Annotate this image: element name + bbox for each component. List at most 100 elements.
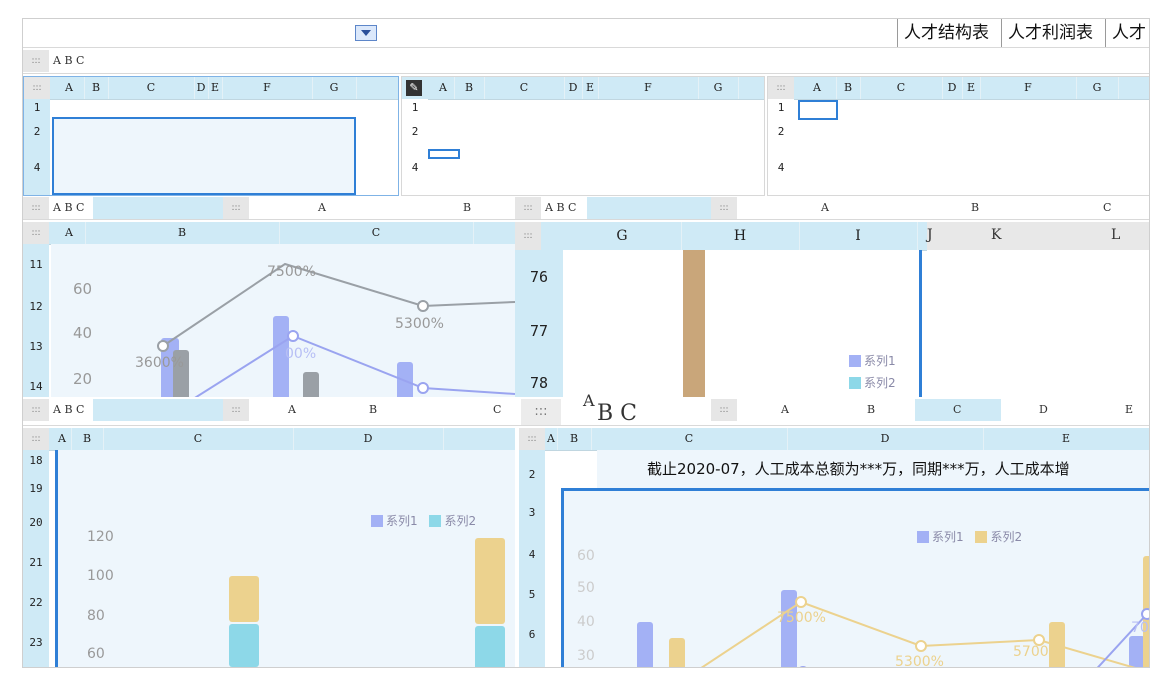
row-76[interactable]: 76 xyxy=(515,268,563,286)
col-c[interactable]: C xyxy=(484,77,565,99)
drag-handle[interactable]: ::: xyxy=(515,197,541,219)
col-a[interactable]: A xyxy=(781,403,789,416)
active-cell[interactable] xyxy=(798,100,838,120)
bar-series-cyan xyxy=(229,624,259,667)
header-strip: ::: A B C xyxy=(23,49,1149,74)
col-g[interactable]: G xyxy=(1076,77,1119,99)
drag-handle[interactable]: ::: xyxy=(23,197,49,219)
col-d[interactable]: D xyxy=(564,77,583,99)
drag-handle[interactable]: ::: xyxy=(515,222,541,250)
row-2[interactable]: 2 xyxy=(402,125,428,138)
column-shade xyxy=(587,197,711,219)
dropdown-button[interactable] xyxy=(355,25,377,41)
bar-series-2 xyxy=(229,576,259,622)
col-b[interactable]: B xyxy=(369,403,377,416)
col-g[interactable]: G xyxy=(312,77,357,99)
y-tick-label: 50 xyxy=(577,580,595,596)
col-g[interactable]: G xyxy=(563,222,682,250)
col-f[interactable]: F xyxy=(222,77,313,99)
col-j[interactable]: J xyxy=(927,227,933,243)
legend-swatch-icon xyxy=(429,515,442,527)
legend-label-s2: 系列2 xyxy=(990,530,1023,544)
y-tick-label: 40 xyxy=(577,614,595,630)
row-77[interactable]: 77 xyxy=(515,322,563,340)
col-f[interactable]: F xyxy=(598,77,699,99)
row-4[interactable]: 4 xyxy=(402,161,428,174)
row-1[interactable]: 1 xyxy=(768,101,794,114)
chevron-down-icon xyxy=(361,30,371,36)
active-cell[interactable] xyxy=(428,149,460,159)
col-a[interactable]: A xyxy=(54,77,85,99)
col-k[interactable]: K xyxy=(991,227,1001,243)
tab-talent-more[interactable]: 人才 xyxy=(1105,19,1149,47)
row-1[interactable]: 1 xyxy=(402,101,428,114)
col-c[interactable]: C xyxy=(108,77,195,99)
chart-1: 60 40 20 7500% 5300% 3600% 00% 00% xyxy=(73,262,515,397)
drag-handle[interactable]: ::: xyxy=(223,197,249,219)
col-a[interactable]: A xyxy=(798,77,837,99)
point-marker xyxy=(1141,608,1149,620)
col-a[interactable]: A xyxy=(821,201,829,214)
drag-handle[interactable]: ::: xyxy=(711,197,737,219)
legend: 系列1 系列2 xyxy=(363,512,476,529)
selection-box[interactable] xyxy=(52,117,356,195)
column-header-abc: A B C xyxy=(53,201,85,214)
col-b[interactable]: B xyxy=(84,77,109,99)
col-a[interactable]: A xyxy=(432,77,455,99)
legend-label-s1: 系列1 xyxy=(932,530,964,544)
col-g[interactable]: G xyxy=(698,77,739,99)
row-4[interactable]: 4 xyxy=(24,161,50,174)
edit-icon[interactable]: ✎ xyxy=(406,80,422,96)
col-i[interactable]: I xyxy=(799,222,918,250)
col-d[interactable]: D xyxy=(194,77,209,99)
drag-handle[interactable]: ::: xyxy=(768,77,794,99)
row-78[interactable]: 78 xyxy=(515,374,563,392)
col-c[interactable]: C xyxy=(1103,201,1111,214)
col-l[interactable]: L xyxy=(1111,227,1120,243)
col-b[interactable]: B xyxy=(971,201,979,214)
drag-handle[interactable]: ::: xyxy=(23,399,49,421)
col-a[interactable]: A xyxy=(583,391,595,410)
col-e[interactable]: E xyxy=(1125,403,1133,416)
drag-handle[interactable]: ::: xyxy=(521,399,561,425)
col-d[interactable]: D xyxy=(942,77,963,99)
y-tick-label: 80 xyxy=(87,608,105,624)
drag-handle[interactable]: ::: xyxy=(24,77,50,99)
drag-handle[interactable]: ::: xyxy=(23,50,49,72)
col-c[interactable]: C xyxy=(493,403,501,416)
col-b[interactable]: B xyxy=(867,403,875,416)
col-c[interactable]: C xyxy=(860,77,943,99)
row-4[interactable]: 4 xyxy=(768,161,794,174)
col-b[interactable]: B xyxy=(463,201,471,214)
col-h[interactable]: H xyxy=(681,222,800,250)
legend-swatch-icon xyxy=(917,531,929,543)
bar-series-1 xyxy=(637,622,653,667)
row-headers: 1 2 4 xyxy=(768,99,794,195)
row-2[interactable]: 2 xyxy=(24,125,50,138)
col-bc[interactable]: B C xyxy=(597,401,637,426)
col-a[interactable]: A xyxy=(318,201,326,214)
col-d[interactable]: D xyxy=(1039,403,1048,416)
tab-talent-structure[interactable]: 人才结构表 xyxy=(897,19,995,47)
col-e[interactable]: E xyxy=(208,77,223,99)
column-headers: ✎ A B C D E F G xyxy=(402,77,764,100)
legend-s2: 系列2 xyxy=(841,374,896,391)
row-1[interactable]: 1 xyxy=(24,101,50,114)
column-shade xyxy=(93,197,223,219)
col-f[interactable]: F xyxy=(980,77,1077,99)
col-e[interactable]: E xyxy=(962,77,981,99)
drag-handle[interactable]: ::: xyxy=(711,399,737,421)
row-2[interactable]: 2 xyxy=(768,125,794,138)
tab-talent-profit[interactable]: 人才利润表 xyxy=(1001,19,1099,47)
col-b[interactable]: B xyxy=(836,77,861,99)
col-e[interactable]: E xyxy=(582,77,599,99)
data-label: 00% xyxy=(395,396,426,397)
legend: 系列1 系列2 xyxy=(909,528,1022,545)
col-c[interactable]: C xyxy=(953,403,961,416)
col-a[interactable]: A xyxy=(288,403,296,416)
column-headers: ::: G H I xyxy=(515,222,927,251)
data-label: 5300% xyxy=(395,316,444,332)
drag-handle[interactable]: ::: xyxy=(223,399,249,421)
column-header-abc: A B C xyxy=(53,54,85,67)
col-b[interactable]: B xyxy=(454,77,485,99)
